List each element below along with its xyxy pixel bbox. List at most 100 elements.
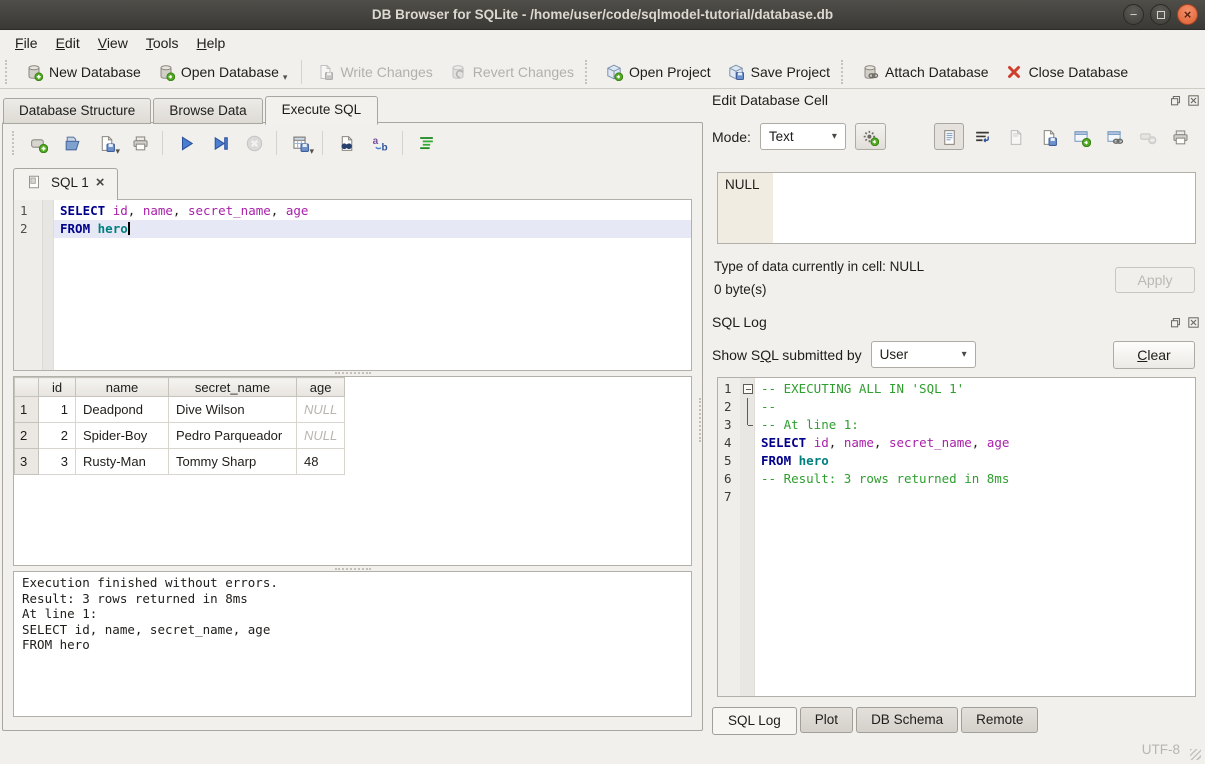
toolbar-button-label: Attach Database bbox=[885, 64, 989, 80]
code-token bbox=[90, 221, 98, 236]
save-project-button[interactable]: Save Project bbox=[719, 60, 838, 84]
save-sql-file-button[interactable] bbox=[92, 130, 119, 156]
sql-log-view[interactable]: 1234567 -- EXECUTING ALL IN 'SQL 1'---- … bbox=[717, 377, 1196, 697]
print-button[interactable] bbox=[126, 130, 153, 156]
fold-marker-icon[interactable] bbox=[740, 380, 754, 398]
row-number-cell[interactable]: 2 bbox=[15, 423, 39, 449]
table-cell[interactable]: Dive Wilson bbox=[169, 397, 297, 423]
word-wrap-button[interactable] bbox=[967, 123, 997, 150]
mode-label: Mode: bbox=[712, 129, 751, 145]
table-cell[interactable]: 3 bbox=[39, 449, 76, 475]
float-icon[interactable] bbox=[1169, 94, 1182, 107]
save-sql-file-icon bbox=[97, 134, 115, 152]
dock-close-icon[interactable] bbox=[1187, 316, 1200, 329]
link-button[interactable] bbox=[1099, 123, 1129, 150]
column-header-name[interactable]: name bbox=[76, 378, 169, 397]
column-header-secret-name[interactable]: secret_name bbox=[169, 378, 297, 397]
sql-tab[interactable]: SQL 1 × bbox=[13, 168, 118, 200]
menu-view[interactable]: View bbox=[89, 33, 137, 53]
resize-grip[interactable] bbox=[1190, 749, 1201, 760]
code-token: SELECT bbox=[60, 203, 105, 218]
float-icon[interactable] bbox=[1169, 316, 1182, 329]
pane-dock-splitter[interactable] bbox=[699, 398, 701, 442]
table-cell[interactable]: NULL bbox=[297, 397, 345, 423]
menu-file[interactable]: File bbox=[6, 33, 47, 53]
results-grid[interactable]: idnamesecret_nameage 11DeadpondDive Wils… bbox=[13, 376, 692, 566]
menu-help[interactable]: Help bbox=[188, 33, 235, 53]
table-cell[interactable]: NULL bbox=[297, 423, 345, 449]
column-header-id[interactable]: id bbox=[39, 378, 76, 397]
format-sql-button[interactable] bbox=[412, 130, 439, 156]
column-header-age[interactable]: age bbox=[297, 378, 345, 397]
sql-tab-close-icon[interactable]: × bbox=[96, 174, 105, 191]
close-button[interactable]: × bbox=[1177, 4, 1198, 25]
sql-editor[interactable]: 12 SELECT id, name, secret_name, ageFROM… bbox=[13, 199, 692, 371]
apply-button[interactable]: Apply bbox=[1115, 267, 1195, 293]
table-cell[interactable]: Tommy Sharp bbox=[169, 449, 297, 475]
code-token: name bbox=[143, 203, 173, 218]
tab-browse-data[interactable]: Browse Data bbox=[153, 98, 262, 124]
save-results-button[interactable] bbox=[286, 130, 313, 156]
tab-database-structure[interactable]: Database Structure bbox=[3, 98, 151, 124]
cell-editor[interactable]: NULL bbox=[717, 172, 1196, 244]
dock-tab-db-schema[interactable]: DB Schema bbox=[856, 707, 958, 733]
table-cell[interactable]: Rusty-Man bbox=[76, 449, 169, 475]
code-token: FROM bbox=[60, 221, 90, 236]
open-sql-file-button[interactable] bbox=[58, 130, 85, 156]
table-cell[interactable]: 2 bbox=[39, 423, 76, 449]
print-button[interactable] bbox=[1165, 123, 1195, 150]
find-button[interactable] bbox=[332, 130, 359, 156]
dropdown-arrow-icon[interactable] bbox=[309, 147, 314, 157]
table-cell[interactable]: 1 bbox=[39, 397, 76, 423]
maximize-button[interactable] bbox=[1150, 4, 1171, 25]
minimize-button[interactable]: − bbox=[1123, 4, 1144, 25]
log-filter-row: Show SQL submitted by User bbox=[712, 341, 976, 368]
table-cell[interactable]: 48 bbox=[297, 449, 345, 475]
dropdown-arrow-icon[interactable] bbox=[283, 73, 288, 83]
table-cell[interactable]: Spider-Boy bbox=[76, 423, 169, 449]
code-token bbox=[105, 203, 113, 218]
corner-header-cell[interactable] bbox=[15, 378, 39, 397]
titlebar[interactable]: DB Browser for SQLite - /home/user/code/… bbox=[0, 0, 1205, 30]
log-fold-margin[interactable] bbox=[740, 378, 755, 696]
row-number-cell[interactable]: 3 bbox=[15, 449, 39, 475]
editor-results-splitter[interactable] bbox=[335, 372, 371, 374]
table-cell[interactable]: Pedro Parqueador bbox=[169, 423, 297, 449]
replace-icon: ab bbox=[371, 134, 389, 152]
close-database-button[interactable]: Close Database bbox=[997, 60, 1137, 84]
cell-value: NULL bbox=[725, 177, 760, 192]
open-project-button[interactable]: Open Project bbox=[597, 60, 719, 84]
log-filter-value: User bbox=[880, 347, 909, 362]
menu-tools[interactable]: Tools bbox=[137, 33, 188, 53]
apply-format-button[interactable] bbox=[855, 123, 886, 150]
results-message-splitter[interactable] bbox=[335, 568, 371, 570]
dropdown-arrow-icon[interactable] bbox=[115, 147, 120, 157]
dock-close-icon[interactable] bbox=[1187, 94, 1200, 107]
log-filter-select[interactable]: User bbox=[871, 341, 976, 368]
open-external-button[interactable] bbox=[1066, 123, 1096, 150]
dock-tab-plot[interactable]: Plot bbox=[800, 707, 853, 733]
set-null-button bbox=[1132, 123, 1162, 150]
dock-tab-remote[interactable]: Remote bbox=[961, 707, 1038, 733]
menu-edit[interactable]: Edit bbox=[47, 33, 89, 53]
new-database-button[interactable]: New Database bbox=[17, 60, 149, 84]
editor-code-area[interactable]: SELECT id, name, secret_name, ageFROM he… bbox=[54, 200, 691, 370]
main-tab-bar: Database StructureBrowse DataExecute SQL bbox=[3, 96, 380, 124]
clear-button[interactable]: Clear bbox=[1113, 341, 1195, 369]
execute-current-line-button[interactable] bbox=[206, 130, 233, 156]
save-as-button[interactable] bbox=[1033, 123, 1063, 150]
row-number-cell[interactable]: 1 bbox=[15, 397, 39, 423]
tab-execute-sql[interactable]: Execute SQL bbox=[265, 96, 379, 125]
print-icon bbox=[131, 134, 149, 152]
open-database-button[interactable]: Open Database bbox=[149, 60, 296, 84]
toolbar-button-label: Open Database bbox=[181, 64, 279, 80]
new-sql-tab-button[interactable] bbox=[24, 130, 51, 156]
replace-button[interactable]: ab bbox=[366, 130, 393, 156]
execute-all-button[interactable] bbox=[172, 130, 199, 156]
mode-select[interactable]: Text bbox=[760, 123, 846, 150]
table-cell[interactable]: Deadpond bbox=[76, 397, 169, 423]
code-token: secret_name bbox=[889, 435, 972, 450]
text-mode-button[interactable] bbox=[934, 123, 964, 150]
attach-database-button[interactable]: Attach Database bbox=[853, 60, 997, 84]
dock-tab-sql-log[interactable]: SQL Log bbox=[712, 707, 797, 735]
